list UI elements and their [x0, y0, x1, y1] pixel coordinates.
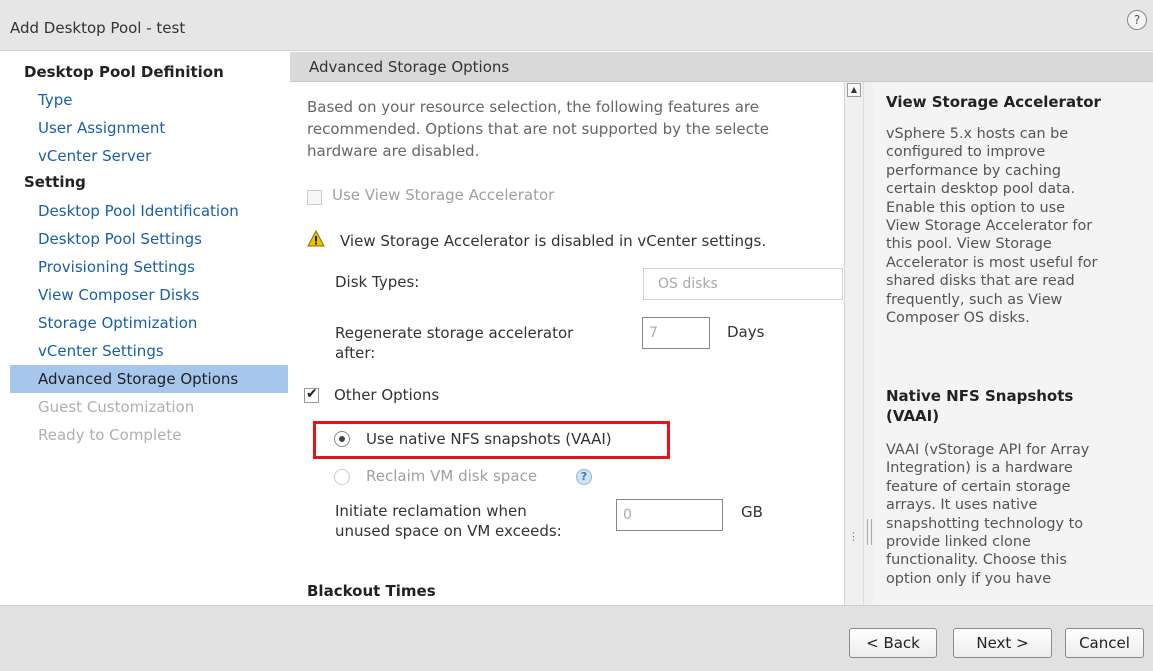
next-button[interactable]: Next >: [953, 628, 1052, 658]
help-text-line: functionality. Choose this: [886, 552, 1067, 569]
reclaim-help-icon[interactable]: ?: [576, 469, 592, 485]
resize-grip-icon[interactable]: ⋮: [848, 530, 859, 543]
intro-line: Based on your resource selection, the fo…: [307, 98, 759, 116]
help-text-line: this pool. View Storage: [886, 236, 1052, 253]
help-text-line: certain desktop pool data.: [886, 181, 1076, 198]
scroll-up-arrow-icon[interactable]: ▲: [847, 83, 861, 97]
blackout-times-heading: Blackout Times: [307, 582, 436, 600]
nav-item-vcenter-settings[interactable]: vCenter Settings: [10, 337, 288, 365]
nav-item-guest-customization: Guest Customization: [38, 398, 195, 416]
regen-label-line: after:: [335, 344, 376, 362]
help-heading-nfs: Native NFS Snapshots (VAAI): [886, 386, 1073, 426]
other-options-label: Other Options: [334, 386, 440, 404]
help-panel: View Storage Accelerator vSphere 5.x hos…: [873, 82, 1153, 605]
regen-unit: Days: [727, 323, 765, 341]
back-button[interactable]: < Back: [849, 628, 937, 658]
splitter-grip-icon[interactable]: [867, 519, 872, 545]
nav-item-pool-identification[interactable]: Desktop Pool Identification: [10, 197, 288, 225]
reclaim-threshold-label: Initiate reclamation when unused space o…: [335, 501, 562, 541]
help-text-line: shared disks that are read: [886, 273, 1075, 290]
disk-types-label: Disk Types:: [335, 273, 420, 291]
nav-section-setting: Setting: [24, 173, 86, 191]
help-text-line: Accelerator is most useful for: [886, 254, 1098, 271]
help-text-line: feature of certain storage: [886, 478, 1071, 495]
help-text-nfs: VAAI (vStorage API for Array Integration…: [886, 441, 1089, 588]
help-text-line: frequently, such as View: [886, 291, 1063, 308]
help-heading-vsa: View Storage Accelerator: [886, 93, 1101, 111]
nav-item-composer-disks[interactable]: View Composer Disks: [10, 281, 288, 309]
warning-icon: [307, 230, 325, 247]
help-text-line: configured to improve: [886, 144, 1046, 161]
vsa-warning-text: View Storage Accelerator is disabled in …: [340, 232, 767, 250]
panel-header: Advanced Storage Options: [290, 52, 1153, 82]
disk-types-select: OS disks: [643, 268, 843, 300]
advanced-storage-form: Based on your resource selection, the fo…: [290, 82, 844, 605]
reclaim-disk-space-label: Reclaim VM disk space: [366, 467, 538, 485]
help-text-line: arrays. It uses native: [886, 497, 1038, 514]
nav-item-provisioning-settings[interactable]: Provisioning Settings: [10, 253, 288, 281]
reclaim-disk-space-radio: [334, 469, 350, 485]
reclaim-threshold-unit: GB: [741, 503, 763, 521]
dialog-titlebar: Add Desktop Pool - test ?: [0, 0, 1153, 51]
help-text-line: vSphere 5.x hosts can be: [886, 126, 1069, 142]
nav-item-user-assignment[interactable]: User Assignment: [10, 114, 288, 142]
use-vsa-label: Use View Storage Accelerator: [332, 186, 555, 204]
nfs-snapshots-radio[interactable]: [334, 431, 350, 447]
help-text-line: Integration) is a hardware: [886, 460, 1073, 477]
reclaim-threshold-line: Initiate reclamation when: [335, 502, 527, 520]
regen-label-line: Regenerate storage accelerator: [335, 324, 574, 342]
nav-item-vcenter-server[interactable]: vCenter Server: [10, 142, 288, 170]
nav-item-pool-settings[interactable]: Desktop Pool Settings: [10, 225, 288, 253]
wizard-footer: < Back Next > Cancel: [0, 605, 1153, 671]
help-text-line: Enable this option to use: [886, 199, 1065, 216]
help-text-line: VAAI (vStorage API for Array: [886, 442, 1090, 458]
help-text-line: provide linked clone: [886, 534, 1031, 551]
help-panel-splitter[interactable]: [863, 82, 873, 605]
nav-item-advanced-storage-options[interactable]: Advanced Storage Options: [10, 365, 288, 393]
help-heading-line: (VAAI): [886, 407, 940, 425]
nav-item-ready-to-complete: Ready to Complete: [38, 426, 182, 444]
nav-section-definition: Desktop Pool Definition: [24, 63, 224, 81]
use-vsa-checkbox: [307, 190, 322, 205]
help-text-line: Composer OS disks.: [886, 310, 1030, 327]
nav-item-type[interactable]: Type: [10, 86, 288, 114]
reclaim-threshold-line: unused space on VM exceeds:: [335, 522, 562, 540]
wizard-nav: Desktop Pool Definition Type User Assign…: [10, 55, 288, 605]
help-text-line: snapshotting technology to: [886, 515, 1084, 532]
panel-title: Advanced Storage Options: [309, 58, 510, 76]
nfs-snapshots-label: Use native NFS snapshots (VAAI): [366, 430, 612, 448]
help-icon[interactable]: ?: [1127, 10, 1147, 30]
help-text-line: View Storage Accelerator for: [886, 218, 1093, 235]
intro-text: Based on your resource selection, the fo…: [307, 97, 842, 163]
intro-line: recommended. Options that are not suppor…: [307, 120, 769, 138]
help-text-vsa: vSphere 5.x hosts can be configured to i…: [886, 125, 1097, 327]
regen-label: Regenerate storage accelerator after:: [335, 323, 573, 363]
nav-item-storage-optimization[interactable]: Storage Optimization: [10, 309, 288, 337]
help-heading-line: Native NFS Snapshots: [886, 387, 1074, 405]
dialog-title: Add Desktop Pool - test: [10, 19, 186, 37]
regen-days-input: 7: [642, 317, 710, 349]
other-options-checkbox[interactable]: [304, 386, 319, 403]
help-text-line: performance by caching: [886, 162, 1061, 179]
help-text-line: option only if you have: [886, 570, 1052, 587]
content-scrollbar[interactable]: ▲ ⋮: [844, 82, 863, 605]
reclaim-threshold-input: 0: [616, 499, 723, 531]
cancel-button[interactable]: Cancel: [1065, 628, 1144, 658]
intro-line: hardware are disabled.: [307, 142, 480, 160]
